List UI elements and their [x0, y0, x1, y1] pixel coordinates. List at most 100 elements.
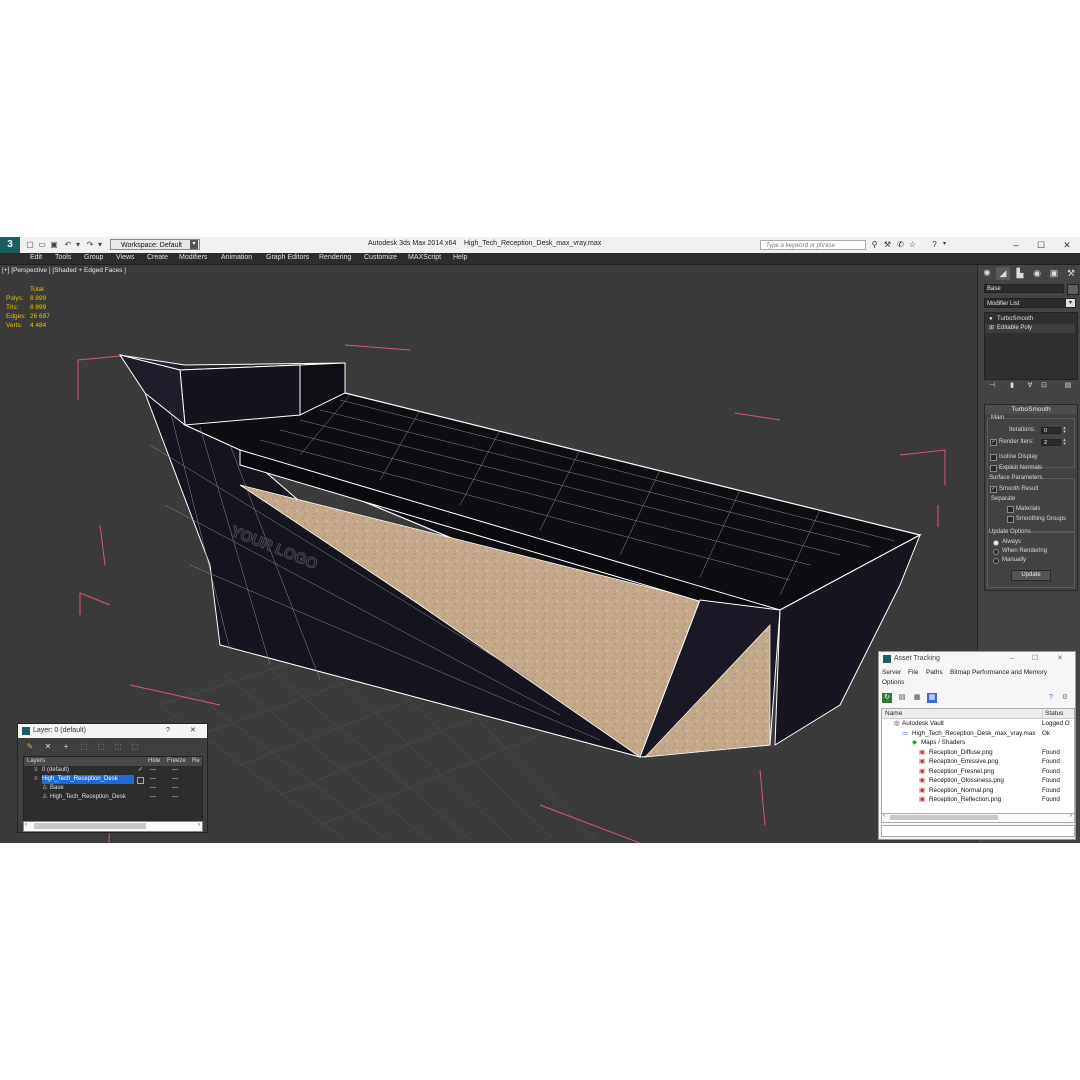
save-file-icon[interactable]: ▣: [49, 240, 59, 250]
render-iters-spinner[interactable]: 2: [1041, 439, 1061, 446]
layer-row[interactable]: ≡ 0 (default) ✓ — —: [24, 766, 202, 775]
minimize-button[interactable]: –: [1010, 652, 1014, 666]
menu-group[interactable]: Group: [84, 254, 103, 261]
add-to-layer-icon[interactable]: +: [60, 741, 72, 753]
minimize-button[interactable]: –: [1006, 238, 1026, 252]
menu-maxscript[interactable]: MAXScript: [408, 254, 441, 261]
col-status[interactable]: Status: [1042, 709, 1063, 718]
settings-icon[interactable]: ⚙: [1060, 693, 1070, 703]
viewport-label[interactable]: [+] [Perspective ] [Shaded + Edged Faces…: [2, 267, 126, 274]
scrollbar-thumb[interactable]: [34, 823, 146, 829]
menu-tools[interactable]: Tools: [55, 254, 71, 261]
redo-dropdown-icon[interactable]: ▾: [95, 240, 105, 250]
display-tab-icon[interactable]: ▣: [1047, 267, 1061, 280]
menu-views[interactable]: Views: [116, 254, 135, 261]
scroll-left-icon[interactable]: ‹: [25, 822, 27, 828]
object-color-swatch[interactable]: [1067, 284, 1079, 295]
make-unique-icon[interactable]: ∀: [1024, 381, 1036, 391]
maximize-button[interactable]: ☐: [1031, 238, 1051, 252]
iterations-spinner[interactable]: 0: [1041, 427, 1061, 434]
list-view-icon[interactable]: ▤: [897, 693, 907, 703]
utilities-tab-icon[interactable]: ⚒: [1064, 267, 1078, 280]
binoculars-icon[interactable]: ⚲: [869, 239, 880, 250]
explicit-normals-checkbox[interactable]: [990, 465, 997, 472]
always-radio[interactable]: [993, 540, 999, 546]
freeze-toggle[interactable]: —: [172, 793, 178, 802]
layer-horizontal-scrollbar[interactable]: ‹ ›: [23, 821, 203, 832]
layer-row[interactable]: ≡ High_Tech_Reception_Desk — —: [24, 775, 202, 784]
current-layer-box-icon[interactable]: [137, 777, 144, 784]
menu-options[interactable]: Options: [882, 679, 904, 686]
asset-row[interactable]: ▣ Reception_Reflection.png Found: [882, 795, 1074, 805]
remove-modifier-icon[interactable]: ⊡: [1038, 381, 1050, 391]
select-objects-icon[interactable]: ⬚: [78, 741, 90, 753]
layer-window-titlebar[interactable]: Layer: 0 (default) ? ✕: [18, 724, 207, 738]
freeze-toggle[interactable]: —: [172, 784, 178, 793]
spinner-arrows-icon[interactable]: ▴ ▾: [1062, 438, 1067, 447]
hide-toggle[interactable]: —: [150, 775, 156, 784]
col-render[interactable]: Re: [192, 757, 200, 766]
menu-animation[interactable]: Animation: [221, 254, 252, 261]
menu-edit[interactable]: Edit: [30, 254, 42, 261]
motion-tab-icon[interactable]: ◉: [1030, 267, 1044, 280]
show-end-result-icon[interactable]: ▮: [1006, 381, 1018, 391]
refresh-icon[interactable]: ↻: [882, 693, 892, 703]
workspace-dropdown[interactable]: Workspace: Default ▾: [110, 239, 200, 250]
menu-customize[interactable]: Customize: [364, 254, 397, 261]
undo-icon[interactable]: ↶: [63, 240, 73, 250]
close-button[interactable]: ✕: [1057, 238, 1077, 252]
menu-server[interactable]: Server: [882, 669, 901, 676]
spinner-arrows-icon[interactable]: ▴ ▾: [1062, 426, 1067, 435]
freeze-all-icon[interactable]: ⬚: [129, 741, 141, 753]
asset-row[interactable]: ▣ Reception_Glossiness.png Found: [882, 776, 1074, 786]
render-iters-checkbox[interactable]: ✓: [990, 439, 997, 446]
asset-row[interactable]: ▣ Reception_Emissive.png Found: [882, 757, 1074, 767]
help-button[interactable]: ?: [166, 724, 170, 738]
menu-create[interactable]: Create: [147, 254, 168, 261]
menu-bitmap-performance[interactable]: Bitmap Performance and Memory: [950, 669, 1047, 676]
hide-toggle[interactable]: —: [150, 766, 156, 775]
new-layer-icon[interactable]: ✎: [24, 741, 36, 753]
smooth-result-checkbox[interactable]: ✓: [990, 486, 997, 493]
search-input[interactable]: Type a keyword or phrase: [760, 240, 866, 250]
layer-row[interactable]: ♙ High_Tech_Reception_Desk — —: [24, 793, 202, 802]
smoothing-groups-checkbox[interactable]: [1007, 516, 1014, 523]
help-dropdown-icon[interactable]: ▾: [939, 239, 950, 250]
menu-paths[interactable]: Paths: [926, 669, 943, 676]
rollout-title[interactable]: TurboSmooth: [985, 405, 1077, 414]
menu-modifiers[interactable]: Modifiers: [179, 254, 207, 261]
freeze-toggle[interactable]: —: [172, 775, 178, 784]
delete-layer-icon[interactable]: ✕: [42, 741, 54, 753]
maximize-button[interactable]: ☐: [1032, 652, 1038, 666]
asset-path-field[interactable]: [881, 825, 1075, 837]
hierarchy-tab-icon[interactable]: ▙: [1013, 267, 1027, 280]
redo-icon[interactable]: ↷: [85, 240, 95, 250]
close-button[interactable]: ✕: [1057, 652, 1063, 666]
asset-row[interactable]: ▣ Reception_Fresnel.png Found: [882, 767, 1074, 777]
lightbulb-icon[interactable]: ●: [989, 315, 995, 324]
update-button[interactable]: Update: [1011, 570, 1051, 581]
materials-checkbox[interactable]: [1007, 506, 1014, 513]
stack-item-editable-poly[interactable]: ⊞ Editable Poly: [985, 324, 1075, 333]
app-logo-icon[interactable]: 3: [0, 237, 20, 253]
col-name[interactable]: Name: [885, 709, 902, 718]
asset-row[interactable]: ▣ Reception_Normal.png Found: [882, 786, 1074, 796]
col-layers[interactable]: Layers: [27, 757, 45, 766]
help-icon[interactable]: ?: [1046, 693, 1056, 703]
create-tab-icon[interactable]: ✺: [980, 267, 994, 280]
col-hide[interactable]: Hide: [148, 757, 160, 766]
scroll-right-icon[interactable]: ›: [198, 822, 200, 828]
scrollbar-thumb[interactable]: [890, 815, 998, 820]
freeze-toggle[interactable]: —: [172, 766, 178, 775]
stack-item-turbosmooth[interactable]: ● TurboSmooth: [985, 315, 1075, 324]
configure-sets-icon[interactable]: ▤: [1062, 381, 1074, 391]
layer-row[interactable]: ♙ Base — —: [24, 784, 202, 793]
manually-radio[interactable]: [993, 558, 999, 564]
isoline-display-checkbox[interactable]: [990, 454, 997, 461]
communication-icon[interactable]: ✆: [895, 239, 906, 250]
asset-row[interactable]: ▭ High_Tech_Reception_Desk_max_vray.max …: [882, 729, 1074, 739]
highlight-layer-icon[interactable]: ⬚: [95, 741, 107, 753]
modify-tab-icon[interactable]: ◢: [996, 267, 1010, 280]
table-view-icon[interactable]: ▦: [912, 693, 922, 703]
when-rendering-radio[interactable]: [993, 549, 999, 555]
